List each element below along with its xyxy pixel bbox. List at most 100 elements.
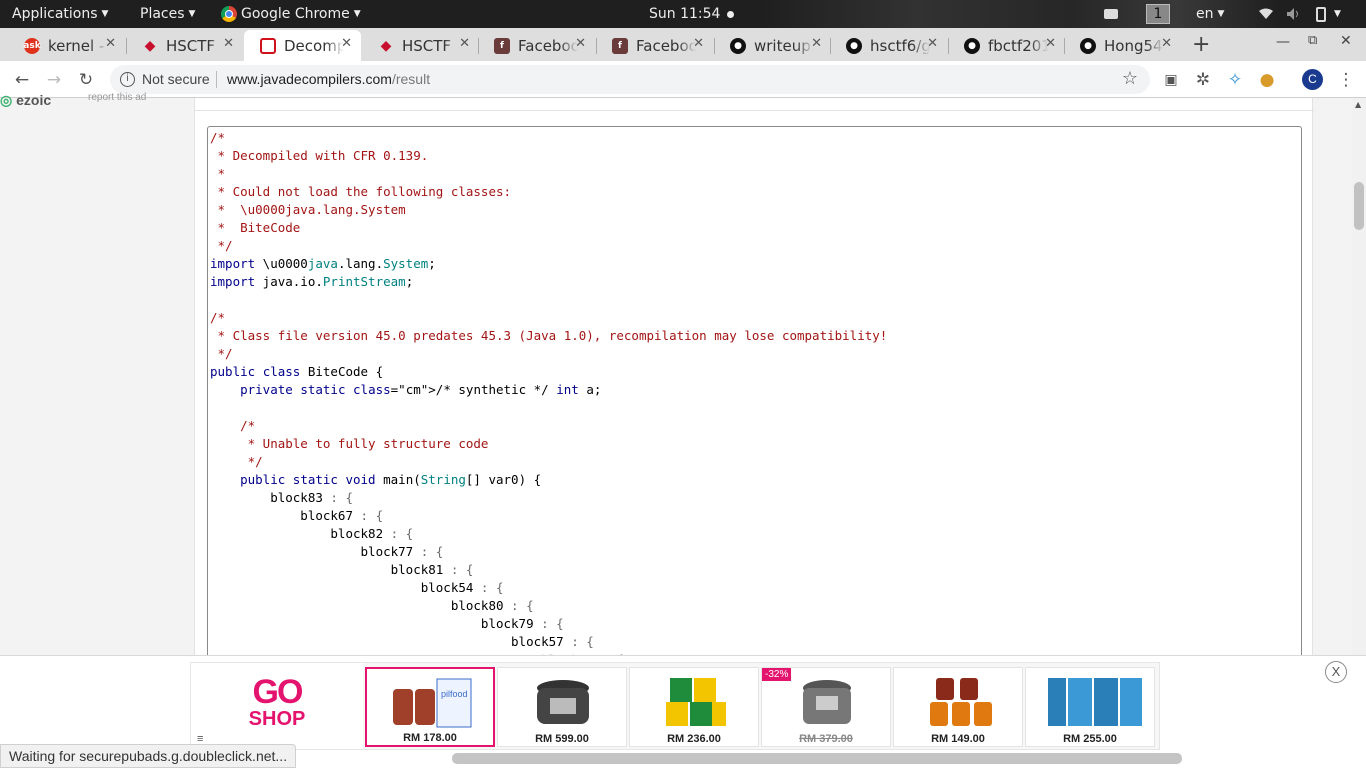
reload-icon[interactable]: ↻ xyxy=(74,68,98,92)
minimize-icon[interactable]: — xyxy=(1276,34,1290,50)
tab-title: kernel - xyxy=(48,36,105,55)
code-line: * Could not load the following classes: xyxy=(210,184,512,199)
code-line: * Class file version 45.0 predates 45.3 … xyxy=(210,328,888,343)
supplement-bottles-icon: pilfood xyxy=(389,675,475,731)
supplement-bottles-icon xyxy=(916,674,1002,730)
close-tab-icon[interactable]: ✕ xyxy=(693,36,704,51)
extension-shield-icon[interactable]: ✧ xyxy=(1223,68,1247,92)
forward-icon[interactable]: → xyxy=(42,68,66,92)
cookie-icon[interactable]: ● xyxy=(1255,68,1279,92)
close-tab-icon[interactable]: ✕ xyxy=(105,36,116,51)
close-tab-icon[interactable]: ✕ xyxy=(575,36,586,51)
ezoic-logo[interactable]: ◎ ezoic xyxy=(0,92,51,109)
decompiled-code-box[interactable]: /* * Decompiled with CFR 0.139. * * Coul… xyxy=(207,126,1302,666)
app-menu[interactable]: Google Chrome ▼ xyxy=(221,5,361,23)
goshop-logo-line1: GO xyxy=(252,673,304,711)
tab-kernel[interactable]: ask kernel - ✕ xyxy=(8,30,125,61)
code-line: * BiteCode xyxy=(210,220,301,235)
clock[interactable]: Sun 11:54 xyxy=(649,5,735,23)
close-tab-icon[interactable]: ✕ xyxy=(1045,36,1056,51)
ad-product[interactable]: RM 236.00 xyxy=(629,667,759,747)
caret-down-icon: ▼ xyxy=(1217,9,1225,19)
close-tab-icon[interactable]: ✕ xyxy=(459,36,470,51)
tab-decompiler[interactable]: Decompile✕ xyxy=(244,30,361,61)
tab-github-hong54[interactable]: ● Hong54 ✕ xyxy=(1064,30,1181,61)
clock-label: Sun 11:54 xyxy=(649,6,721,22)
browser-toolbar: ← → ↻ i Not secure www.javadecompilers.c… xyxy=(0,61,1366,98)
close-tab-icon[interactable]: ✕ xyxy=(223,36,234,51)
tab-title: Facebook xyxy=(636,36,696,55)
code-line: block77 : { xyxy=(210,544,444,559)
omnibox-divider xyxy=(216,71,217,88)
volume-icon[interactable] xyxy=(1286,5,1302,23)
tab-github-writeup[interactable]: ● writeup ✕ xyxy=(714,30,831,61)
new-tab-icon[interactable]: + xyxy=(1192,32,1210,57)
code-line: private static class="cm">/* synthetic *… xyxy=(240,382,602,397)
extension-gear-icon[interactable]: ✲ xyxy=(1191,68,1215,92)
url-host: www.javadecompilers.com xyxy=(227,71,392,87)
extension-user-icon[interactable]: ▣ xyxy=(1159,68,1183,92)
left-ad-column: ◎ ezoic report this ad xyxy=(0,92,172,658)
tab-title: fbctf201 xyxy=(988,36,1048,55)
tab-title: HSCTF xyxy=(402,36,452,55)
tab-facebook-1[interactable]: f Facebook✕ xyxy=(478,30,595,61)
tab-facebook-2[interactable]: f Facebook✕ xyxy=(596,30,713,61)
ad-close-label: X xyxy=(1331,664,1341,679)
battery-icon[interactable]: ▼ xyxy=(1316,5,1341,23)
ad-carousel[interactable]: GO SHOP ≡ pilfood RM 178.00 RM 599.00 RM… xyxy=(190,662,1160,750)
vertical-scrollbar[interactable]: ▲ ▼ xyxy=(1352,98,1366,748)
menu-kebab-icon[interactable]: ⋮ xyxy=(1334,68,1358,92)
scrollbar-thumb[interactable] xyxy=(1354,182,1364,230)
close-tab-icon[interactable]: ✕ xyxy=(341,36,352,51)
ad-product[interactable]: -32% RM 379.00 xyxy=(761,667,891,747)
restore-icon[interactable]: ⧉ xyxy=(1308,33,1317,48)
address-bar[interactable]: i Not secure www.javadecompilers.com/res… xyxy=(110,65,1150,94)
security-label[interactable]: Not secure xyxy=(142,71,210,87)
window-close-icon[interactable]: ✕ xyxy=(1340,33,1352,49)
report-ad-link[interactable]: report this ad xyxy=(88,92,146,103)
wifi-icon[interactable] xyxy=(1258,5,1274,23)
tab-title: HSCTF xyxy=(166,36,216,55)
ad-product[interactable]: RM 599.00 xyxy=(497,667,627,747)
code-line: /* xyxy=(210,310,226,325)
places-label: Places xyxy=(140,6,185,22)
close-tab-icon[interactable]: ✕ xyxy=(811,36,822,51)
close-tab-icon[interactable]: ✕ xyxy=(927,36,938,51)
goshop-logo-line2: SHOP xyxy=(248,708,306,730)
product-price: RM 178.00 xyxy=(403,732,457,744)
ad-product[interactable]: RM 255.00 xyxy=(1025,667,1155,747)
code-line: public static void main(String[] var0) { xyxy=(240,472,542,487)
back-icon[interactable]: ← xyxy=(10,68,34,92)
ad-product[interactable]: RM 149.00 xyxy=(893,667,1023,747)
code-line: block67 : { xyxy=(210,508,384,523)
horizontal-scrollbar-thumb[interactable] xyxy=(452,753,1182,764)
video-icon[interactable] xyxy=(1104,5,1118,23)
product-price: RM 599.00 xyxy=(535,733,589,745)
pressure-cooker-icon xyxy=(520,674,606,730)
applications-menu[interactable]: Applications ▼ xyxy=(12,5,108,23)
tab-github-hsctf6[interactable]: ● hsctf6/g ✕ xyxy=(830,30,947,61)
places-menu[interactable]: Places ▼ xyxy=(140,5,195,23)
goshop-logo[interactable]: GO SHOP ≡ xyxy=(191,663,363,749)
tab-hsctf-1[interactable]: ◆ HSCTF ✕ xyxy=(126,30,243,61)
ad-product[interactable]: pilfood RM 178.00 xyxy=(365,667,495,747)
tab-title: Facebook xyxy=(518,36,578,55)
code-line: import \u0000java.lang.System; xyxy=(210,256,436,271)
code-line: block57 : { xyxy=(210,634,594,649)
close-tab-icon[interactable]: ✕ xyxy=(1161,36,1172,51)
ad-close-icon[interactable]: X xyxy=(1325,661,1347,683)
info-icon[interactable]: i xyxy=(120,72,135,87)
tab-hsctf-2[interactable]: ◆ HSCTF ✕ xyxy=(362,30,479,61)
tab-github-fbctf[interactable]: ● fbctf201 ✕ xyxy=(948,30,1065,61)
language-menu[interactable]: en ▼ xyxy=(1196,5,1224,23)
code-line: /* xyxy=(210,130,226,145)
workspace-indicator[interactable]: 1 xyxy=(1146,4,1170,24)
supplement-boxes-icon xyxy=(1042,674,1142,730)
star-icon[interactable]: ☆ xyxy=(1122,68,1138,89)
javadecompilers-icon xyxy=(260,37,276,54)
url-text[interactable]: www.javadecompilers.com/result xyxy=(227,71,430,87)
profile-avatar[interactable]: C xyxy=(1302,69,1323,90)
github-icon: ● xyxy=(846,37,862,54)
scroll-up-icon[interactable]: ▲ xyxy=(1355,100,1361,109)
